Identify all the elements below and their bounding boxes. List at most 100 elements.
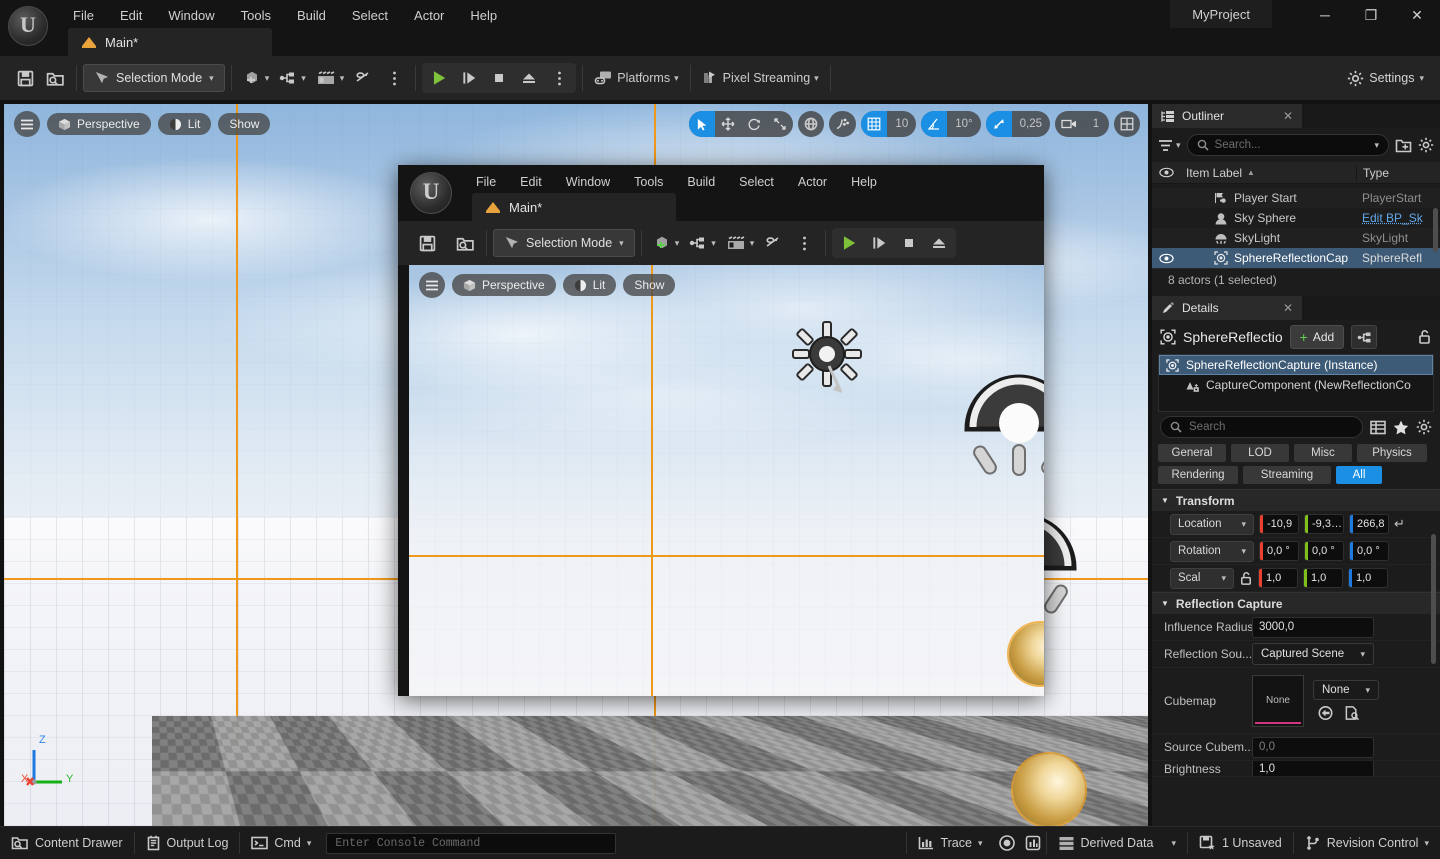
- performance-button[interactable]: [994, 827, 1020, 859]
- angle-snap-value[interactable]: 10°: [947, 111, 980, 137]
- grid-snap-icon[interactable]: [861, 111, 888, 137]
- reflection-source-dropdown[interactable]: Captured Scene ▾: [1252, 643, 1374, 665]
- filter-chip-lod[interactable]: LOD: [1231, 444, 1289, 462]
- inner-play-button[interactable]: [834, 228, 864, 258]
- inner-stop-button[interactable]: [894, 228, 924, 258]
- row-type-link[interactable]: Edit BP_Sk: [1356, 211, 1440, 225]
- details-search-input[interactable]: Search: [1160, 416, 1363, 438]
- close-icon[interactable]: ✕: [1269, 301, 1293, 315]
- stop-button[interactable]: [484, 63, 514, 93]
- level-tab-main[interactable]: Main*: [68, 28, 272, 56]
- move-tool-icon[interactable]: [715, 111, 741, 137]
- settings-button[interactable]: Settings ▾: [1339, 63, 1432, 93]
- menu-build[interactable]: Build: [284, 0, 339, 32]
- filter-chip-all[interactable]: All: [1336, 466, 1382, 484]
- inner-viewport-menu-icon[interactable]: [419, 272, 445, 298]
- inner-menu-build[interactable]: Build: [675, 165, 727, 199]
- cubemap-use-selected-icon[interactable]: [1317, 705, 1334, 721]
- eject-button[interactable]: [514, 63, 544, 93]
- trace-button[interactable]: Trace ▾: [907, 827, 993, 859]
- close-icon[interactable]: ✕: [1269, 109, 1293, 123]
- cubemap-thumbnail[interactable]: None: [1252, 674, 1304, 727]
- inner-eject-button[interactable]: [924, 228, 954, 258]
- restore-button[interactable]: ❐: [1348, 0, 1394, 30]
- location-reset-icon[interactable]: ↵: [1394, 516, 1405, 532]
- content-drawer-button[interactable]: Content Drawer: [0, 827, 134, 859]
- filter-chip-general[interactable]: General: [1158, 444, 1226, 462]
- derived-data-button[interactable]: Derived Data ▾: [1047, 827, 1187, 859]
- camera-icon[interactable]: [1055, 111, 1083, 137]
- stats-button[interactable]: [1020, 827, 1046, 859]
- inner-viewport-lit-button[interactable]: Lit: [562, 274, 617, 296]
- table-row[interactable]: Player Start PlayerStart: [1152, 188, 1440, 208]
- toolbar-overflow-icon[interactable]: [379, 63, 409, 93]
- scale-tool-icon[interactable]: [767, 111, 793, 137]
- surface-snap-icon[interactable]: [829, 111, 856, 137]
- scale-dropdown[interactable]: Scal ▾: [1170, 567, 1234, 589]
- globe-icon[interactable]: [798, 111, 824, 137]
- save-icon[interactable]: [10, 63, 40, 93]
- scale-z-input[interactable]: 1,0: [1348, 568, 1388, 588]
- filter-chip-rendering[interactable]: Rendering: [1158, 466, 1238, 484]
- inner-menu-help[interactable]: Help: [839, 165, 889, 199]
- inner-save-icon[interactable]: [412, 228, 442, 258]
- rotation-dropdown[interactable]: Rotation ▾: [1170, 540, 1254, 562]
- cubemap-browse-icon[interactable]: [1344, 705, 1361, 721]
- location-z-input[interactable]: 266,8: [1349, 514, 1389, 534]
- inner-blueprints-button[interactable]: ▾: [684, 228, 721, 258]
- add-component-button[interactable]: + Add: [1289, 325, 1345, 349]
- viewport-menu-icon[interactable]: [14, 111, 40, 137]
- filter-chip-physics[interactable]: Physics: [1357, 444, 1427, 462]
- outliner-settings-icon[interactable]: [1418, 137, 1434, 153]
- grid-snap-value[interactable]: 10: [887, 111, 916, 137]
- inner-cinematics-button[interactable]: ▾: [721, 228, 760, 258]
- inner-viewport-show-button[interactable]: Show: [623, 274, 676, 296]
- details-columns-icon[interactable]: [1370, 420, 1386, 435]
- chevron-down-icon[interactable]: ▾: [1374, 140, 1379, 151]
- add-actor-button[interactable]: ▾: [238, 63, 275, 93]
- console-command-input[interactable]: Enter Console Command: [326, 832, 617, 854]
- output-log-button[interactable]: Output Log: [135, 827, 240, 859]
- outliner-filter-button[interactable]: ▾: [1158, 139, 1181, 152]
- table-row[interactable]: SphereReflectionCap SphereRefl: [1152, 248, 1440, 268]
- cubemap-asset-dropdown[interactable]: None ▾: [1313, 680, 1379, 700]
- outliner-search-input[interactable]: Search... ▾: [1186, 134, 1389, 156]
- cmd-dropdown[interactable]: Cmd ▾: [240, 827, 322, 859]
- source-cubemap-input[interactable]: 0,0: [1252, 736, 1374, 758]
- details-scrollbar[interactable]: [1431, 534, 1436, 664]
- menu-select[interactable]: Select: [339, 0, 401, 32]
- inner-menu-actor[interactable]: Actor: [786, 165, 839, 199]
- unreal-logo-icon[interactable]: U: [8, 6, 48, 46]
- tab-outliner[interactable]: Outliner ✕: [1152, 104, 1302, 128]
- scale-lock-icon[interactable]: [1239, 571, 1253, 586]
- scale-y-input[interactable]: 1,0: [1303, 568, 1343, 588]
- inner-browse-content-icon[interactable]: [450, 228, 480, 258]
- inner-skip-frame-button[interactable]: [864, 228, 894, 258]
- section-header-transform[interactable]: ▼ Transform: [1152, 489, 1440, 511]
- virtual-production-button[interactable]: [349, 63, 379, 93]
- brightness-input[interactable]: 1,0: [1252, 761, 1374, 776]
- inner-viewport-perspective-button[interactable]: Perspective: [452, 274, 556, 296]
- pixel-streaming-button[interactable]: Pixel Streaming ▾: [697, 63, 824, 93]
- inner-toolbar-overflow-icon[interactable]: [789, 228, 819, 258]
- minimize-button[interactable]: ─: [1302, 0, 1348, 30]
- inner-directional-light-billboard-icon[interactable]: [791, 320, 863, 393]
- location-x-input[interactable]: -10,9: [1259, 514, 1299, 534]
- location-dropdown[interactable]: Location ▾: [1170, 513, 1254, 535]
- close-button[interactable]: ✕: [1394, 0, 1440, 30]
- inner-menu-select[interactable]: Select: [727, 165, 786, 199]
- component-row-root[interactable]: SphereReflectionCapture (Instance): [1159, 355, 1433, 375]
- viewport-perspective-button[interactable]: Perspective: [47, 113, 151, 135]
- reflection-sphere-actor[interactable]: [1013, 754, 1085, 826]
- visibility-column-icon[interactable]: [1152, 167, 1180, 178]
- revision-control-button[interactable]: Revision Control ▾: [1294, 827, 1440, 859]
- influence-radius-input[interactable]: 3000,0: [1252, 616, 1374, 638]
- menu-help[interactable]: Help: [457, 0, 510, 32]
- inner-level-tab-main[interactable]: Main*: [472, 193, 676, 221]
- outliner-add-folder-icon[interactable]: [1395, 138, 1412, 153]
- item-label-column[interactable]: Item Label ▲: [1180, 166, 1356, 180]
- inner-add-actor-button[interactable]: ▾: [648, 228, 685, 258]
- inner-level-viewport[interactable]: Perspective Lit Show: [409, 265, 1044, 696]
- inner-unreal-logo-icon[interactable]: U: [410, 172, 452, 214]
- scale-snap-value[interactable]: 0,25: [1012, 111, 1050, 137]
